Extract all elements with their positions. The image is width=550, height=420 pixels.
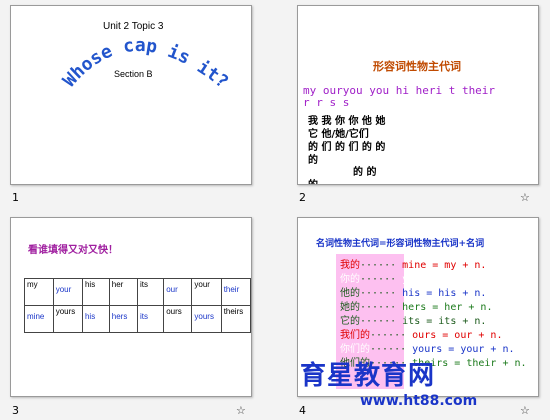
table-cell: our [163, 278, 193, 306]
animation-star-icon: ☆ [520, 191, 530, 204]
slide-2[interactable]: 形容词性物主代词 my ouryou you hi heri t their r… [297, 5, 539, 185]
slide-title: 名词性物主代词=形容词性物主代词+名词 [316, 239, 485, 249]
animation-star-icon: ☆ [236, 404, 246, 417]
table-row: mine yours his hers its ours yours their… [24, 305, 251, 333]
table-cell: yours [52, 305, 83, 333]
cn-row-5: 的 的 [353, 167, 377, 178]
pronouns-row-2: r r s s [303, 96, 350, 109]
cn-row-3: 的 们 的 们 的 的 [308, 142, 386, 153]
table-row: my your his her its our your their [24, 278, 251, 306]
svg-text:Whose cap is it?: Whose cap is it? [59, 35, 232, 93]
pronoun-row: 你们的······ yours = your + n. [340, 344, 515, 355]
cn-row-4: 的 [308, 155, 318, 166]
pronoun-row: 我的······ mine = my + n. [340, 260, 487, 271]
pronoun-row: 你的······ yours = your + n. [340, 274, 505, 285]
arc-title: Whose cap is it? [59, 35, 232, 93]
pronoun-row: 我们的······ ours = our + n. [340, 330, 503, 341]
table-cell: mine [24, 305, 54, 333]
slide-number-1: 1 [12, 191, 19, 204]
table-cell: hers [108, 305, 138, 333]
table-cell: my [24, 278, 54, 306]
pronoun-table: my your his her its our your their mine … [24, 278, 251, 333]
slide-number-2: 2 [299, 191, 306, 204]
table-cell: its [136, 305, 165, 333]
slide-title: 看谁填得又对又快！ [28, 245, 118, 256]
cn-row-6: 的 [308, 176, 318, 184]
slide-title: 形容词性物主代词 [373, 60, 461, 73]
slide-number-4: 4 [299, 404, 306, 417]
table-cell: his [81, 305, 110, 333]
table-cell: theirs [220, 305, 251, 333]
table-cell: their [220, 278, 251, 306]
table-cell: your [191, 278, 222, 306]
table-cell: his [81, 278, 110, 306]
section-label: Section B [114, 69, 153, 79]
table-cell: ours [163, 305, 193, 333]
table-cell: yours [191, 305, 222, 333]
pronoun-row: 他的······ his = his + n. [340, 288, 487, 299]
watermark-url: www.ht88.com [360, 393, 478, 409]
table-cell: her [108, 278, 138, 306]
slide-1[interactable]: Unit 2 Topic 3 Whose cap is it? Section … [10, 5, 252, 185]
animation-star-icon: ☆ [520, 404, 530, 417]
slide-number-3: 3 [12, 404, 19, 417]
table-cell: your [52, 278, 83, 306]
watermark-logo: 育星教育网 [300, 361, 436, 391]
table-cell: its [136, 278, 165, 306]
pronoun-row: 它的······ its = its + n. [340, 316, 487, 327]
pronoun-row: 她的······ hers = her + n. [340, 302, 493, 313]
arc-title-text: Whose cap is it? [59, 35, 232, 93]
slide-3[interactable]: 看谁填得又对又快！ my your his her its our your t… [10, 217, 252, 397]
